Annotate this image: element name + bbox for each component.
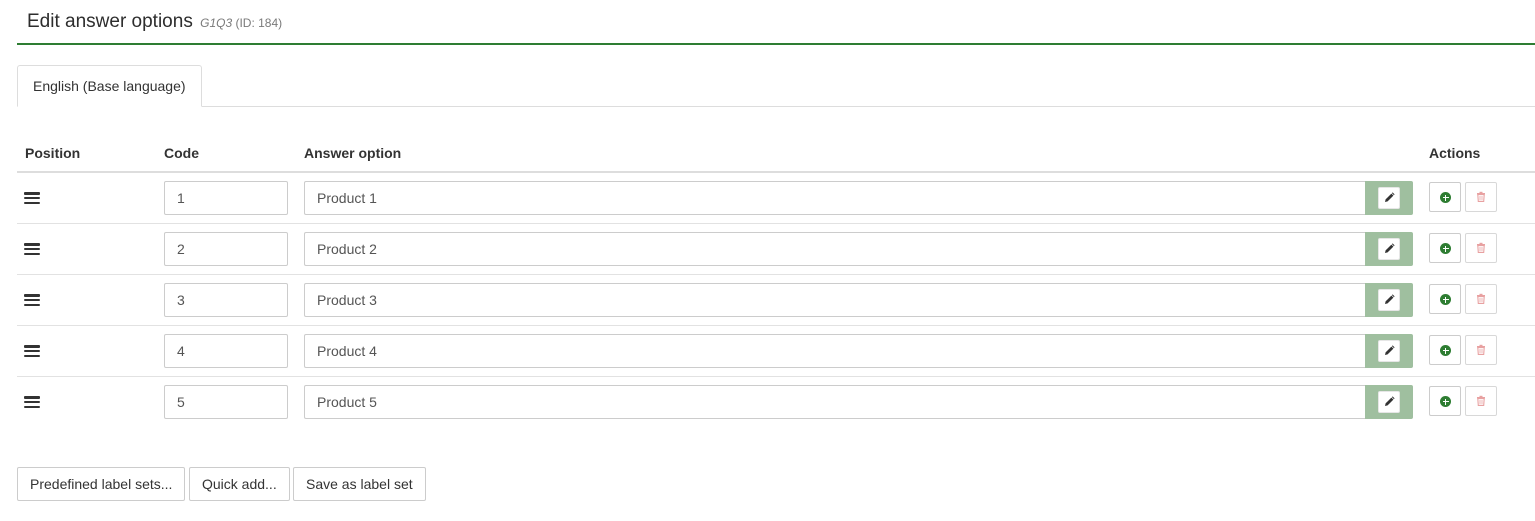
bars-icon[interactable]	[24, 395, 40, 409]
table-row	[17, 224, 1535, 275]
code-input[interactable]	[164, 181, 288, 215]
table-header: Position Code Answer option Actions	[17, 137, 1535, 173]
delete-answer-button[interactable]	[1465, 386, 1497, 416]
plus-circle-icon	[1440, 396, 1451, 407]
pencil-icon	[1378, 289, 1400, 311]
page-title-text: Edit answer options	[27, 11, 193, 32]
delete-answer-button[interactable]	[1465, 284, 1497, 314]
code-input[interactable]	[164, 232, 288, 266]
answer-option-input[interactable]	[304, 385, 1365, 419]
page-title: Edit answer options G1Q3 (ID: 184)	[27, 11, 282, 33]
answer-option-group	[304, 283, 1413, 317]
column-header-actions: Actions	[1429, 145, 1481, 161]
question-code: G1Q3	[200, 16, 233, 30]
pencil-icon	[1378, 391, 1400, 413]
add-answer-button[interactable]	[1429, 233, 1461, 263]
save-as-label-set-button[interactable]: Save as label set	[293, 467, 426, 501]
answer-options-table: Position Code Answer option Actions	[17, 137, 1535, 428]
answer-option-group	[304, 232, 1413, 266]
edit-answer-button[interactable]	[1365, 283, 1413, 317]
answer-option-input[interactable]	[304, 334, 1365, 368]
delete-answer-button[interactable]	[1465, 182, 1497, 212]
bars-icon[interactable]	[24, 293, 40, 307]
table-row	[17, 173, 1535, 224]
page-header: Edit answer options G1Q3 (ID: 184)	[17, 0, 1535, 45]
pencil-icon	[1378, 238, 1400, 260]
bars-icon[interactable]	[24, 242, 40, 256]
table-row	[17, 275, 1535, 326]
answer-option-group	[304, 334, 1413, 368]
table-row	[17, 326, 1535, 377]
table-row	[17, 377, 1535, 428]
tab-english-base-language[interactable]: English (Base language)	[17, 65, 202, 107]
column-header-code: Code	[164, 145, 199, 161]
answer-option-input[interactable]	[304, 181, 1365, 215]
plus-circle-icon	[1440, 192, 1451, 203]
column-header-answer-option: Answer option	[304, 145, 402, 161]
language-tabs: English (Base language)	[17, 65, 1535, 107]
table-body	[17, 173, 1535, 428]
add-answer-button[interactable]	[1429, 335, 1461, 365]
pencil-icon	[1378, 340, 1400, 362]
plus-circle-icon	[1440, 294, 1451, 305]
question-meta: G1Q3 (ID: 184)	[200, 16, 282, 30]
answer-option-group	[304, 181, 1413, 215]
plus-circle-icon	[1440, 345, 1451, 356]
edit-answer-button[interactable]	[1365, 181, 1413, 215]
bars-icon[interactable]	[24, 191, 40, 205]
answer-option-input[interactable]	[304, 283, 1365, 317]
add-answer-button[interactable]	[1429, 284, 1461, 314]
add-answer-button[interactable]	[1429, 386, 1461, 416]
edit-answer-button[interactable]	[1365, 385, 1413, 419]
question-id: (ID: 184)	[235, 16, 283, 30]
answer-option-input[interactable]	[304, 232, 1365, 266]
answer-option-group	[304, 385, 1413, 419]
code-input[interactable]	[164, 283, 288, 317]
edit-answer-button[interactable]	[1365, 232, 1413, 266]
delete-answer-button[interactable]	[1465, 233, 1497, 263]
quick-add-button[interactable]: Quick add...	[189, 467, 290, 501]
column-header-position: Position	[25, 145, 81, 161]
delete-answer-button[interactable]	[1465, 335, 1497, 365]
code-input[interactable]	[164, 334, 288, 368]
add-answer-button[interactable]	[1429, 182, 1461, 212]
code-input[interactable]	[164, 385, 288, 419]
plus-circle-icon	[1440, 243, 1451, 254]
bars-icon[interactable]	[24, 344, 40, 358]
predefined-label-sets-button[interactable]: Predefined label sets...	[17, 467, 186, 501]
pencil-icon	[1378, 187, 1400, 209]
edit-answer-button[interactable]	[1365, 334, 1413, 368]
